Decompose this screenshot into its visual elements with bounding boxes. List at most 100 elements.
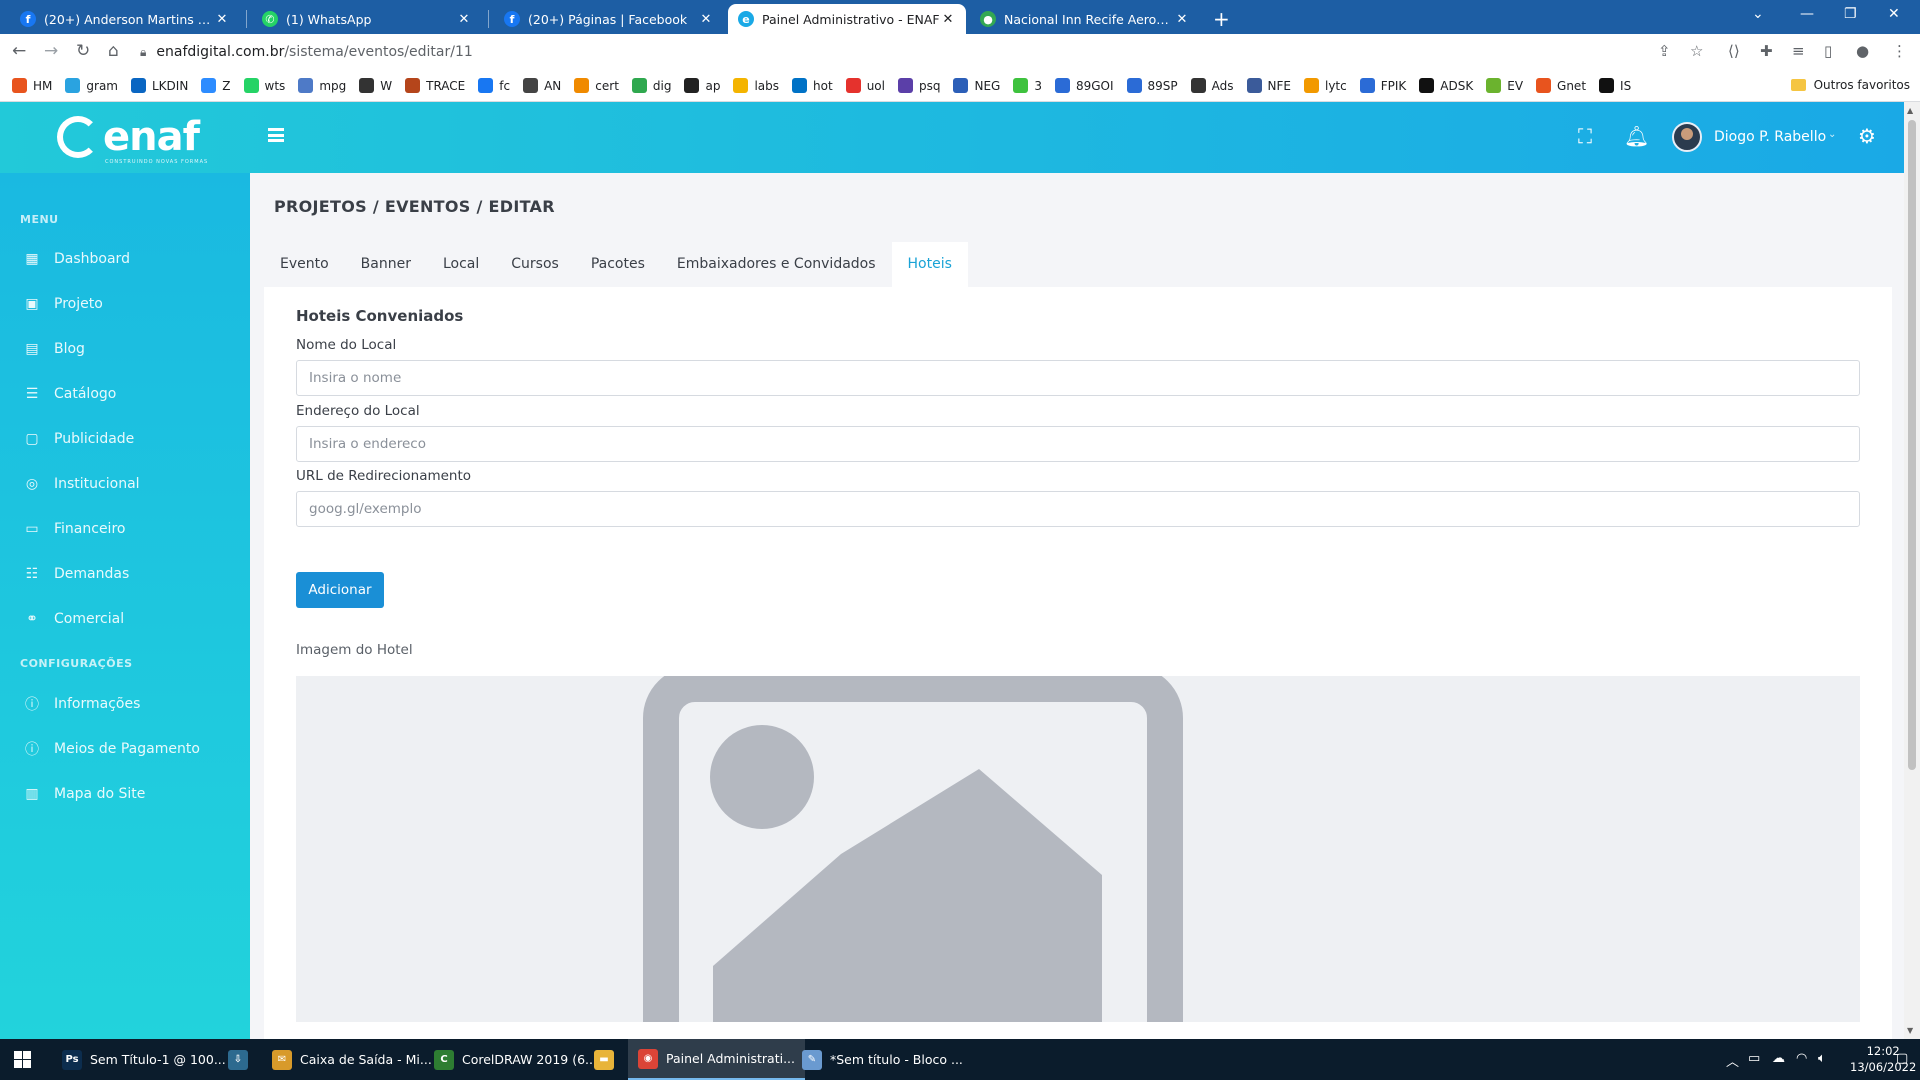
close-icon[interactable]: ✕	[214, 12, 230, 27]
taskbar-item[interactable]: ✉ Caixa de Saída - Mi...	[262, 1039, 442, 1080]
scroll-thumb[interactable]	[1908, 120, 1916, 770]
browser-tab-active[interactable]: e Painel Administrativo - ENAF ✕	[728, 4, 966, 34]
windows-start-icon[interactable]	[14, 1051, 31, 1068]
bookmark-item[interactable]: Z	[201, 78, 231, 93]
chevron-down-icon[interactable]: ⌄	[1828, 129, 1836, 140]
reading-list-icon[interactable]: ≡	[1792, 42, 1805, 60]
bookmark-item[interactable]: Gnet	[1536, 78, 1586, 93]
hamburger-menu-icon[interactable]	[268, 128, 284, 142]
scroll-up-icon[interactable]: ▲	[1907, 106, 1913, 115]
cloud-icon[interactable]: ☁	[1772, 1051, 1785, 1066]
hotel-image-placeholder[interactable]	[296, 676, 1860, 1022]
sidebar-item-institucional[interactable]: ◎ Institucional	[24, 476, 140, 492]
bookmark-star-icon[interactable]: ☆	[1690, 42, 1703, 60]
browser-tab[interactable]: ✆ (1) WhatsApp ✕	[252, 4, 482, 34]
close-window-icon[interactable]: ✕	[1888, 6, 1900, 22]
bookmark-item[interactable]: TRACE	[405, 78, 465, 93]
tab-banner[interactable]: Banner	[345, 242, 427, 287]
close-icon[interactable]: ✕	[940, 12, 956, 27]
bookmark-item[interactable]: cert	[574, 78, 619, 93]
add-button[interactable]: Adicionar	[296, 572, 384, 608]
bookmark-item[interactable]: 89SP	[1126, 78, 1178, 93]
avatar[interactable]	[1672, 122, 1702, 152]
tab-search-icon[interactable]: ⌄	[1752, 6, 1764, 22]
sidebar-item-publicidade[interactable]: ▢ Publicidade	[24, 431, 134, 447]
close-icon[interactable]: ✕	[698, 12, 714, 27]
reload-icon[interactable]: ↻	[76, 41, 90, 61]
tab-hoteis[interactable]: Hoteis	[891, 242, 968, 287]
bookmark-item[interactable]: EV	[1486, 78, 1523, 93]
taskbar-item[interactable]: ▬	[584, 1039, 624, 1080]
taskbar-item[interactable]: ✎ *Sem título - Bloco ...	[792, 1039, 973, 1080]
browser-tab[interactable]: f (20+) Páginas | Facebook ✕	[494, 4, 724, 34]
scroll-down-icon[interactable]: ▼	[1907, 1026, 1913, 1035]
tab-local[interactable]: Local	[427, 242, 495, 287]
tab-evento[interactable]: Evento	[264, 242, 345, 287]
page-scrollbar[interactable]: ▲ ▼	[1904, 102, 1920, 1039]
home-icon[interactable]: ⌂	[108, 41, 119, 61]
sidebar-item-projeto[interactable]: ▣ Projeto	[24, 296, 102, 312]
menu-kebab-icon[interactable]: ⋮	[1892, 42, 1907, 60]
bookmark-item[interactable]: psq	[897, 78, 940, 93]
bookmark-item[interactable]: mpg	[298, 78, 346, 93]
restore-icon[interactable]: ❐	[1844, 6, 1857, 22]
sidebar-item-demandas[interactable]: ☷ Demandas	[24, 566, 130, 582]
bookmark-item[interactable]: NFE	[1246, 78, 1291, 93]
enaf-logo[interactable]: enaf CONSTRUINDO NOVAS FORMAS	[57, 114, 207, 165]
hotel-name-input[interactable]	[296, 360, 1860, 396]
bookmark-item[interactable]: LKDIN	[130, 78, 188, 93]
taskbar-item[interactable]: C CorelDRAW 2019 (6...	[424, 1039, 607, 1080]
browser-tab[interactable]: f (20+) Anderson Martins Gestor | ✕	[10, 4, 240, 34]
other-bookmarks[interactable]: Outros favoritos	[1790, 78, 1910, 92]
user-name[interactable]: Diogo P. Rabello	[1714, 129, 1826, 145]
bookmark-item[interactable]: labs	[733, 78, 779, 93]
fullscreen-icon[interactable]: ⛶	[1578, 124, 1592, 148]
back-icon[interactable]: ←	[12, 41, 26, 61]
volume-icon[interactable]: 🔈︎	[1818, 1051, 1826, 1066]
minimize-icon[interactable]: —	[1800, 6, 1814, 22]
wifi-icon[interactable]: ◠	[1796, 1051, 1807, 1066]
extensions-icon[interactable]: ✚	[1760, 42, 1773, 60]
bookmark-item[interactable]: Ads	[1190, 78, 1234, 93]
bookmark-item[interactable]: gram	[65, 78, 118, 93]
taskbar-item[interactable]: ⇩	[218, 1039, 258, 1080]
sidebar-item-catalogo[interactable]: ☰ Catálogo	[24, 386, 117, 402]
tab-cursos[interactable]: Cursos	[495, 242, 575, 287]
bookmark-item[interactable]: NEG	[953, 78, 1000, 93]
bookmark-item[interactable]: ap	[684, 78, 720, 93]
bookmark-item[interactable]: 89GOI	[1054, 78, 1114, 93]
profile-avatar-icon[interactable]: ●	[1856, 42, 1869, 60]
notifications-icon[interactable]: ▢	[1896, 1051, 1908, 1066]
sidebar-item-comercial[interactable]: ⚭ Comercial	[24, 611, 124, 627]
bell-icon[interactable]: 🔔︎	[1624, 124, 1649, 148]
close-icon[interactable]: ✕	[1174, 12, 1190, 27]
redirect-url-input[interactable]	[296, 491, 1860, 527]
tab-pacotes[interactable]: Pacotes	[575, 242, 661, 287]
tray-chevron-up-icon[interactable]: ︿	[1726, 1051, 1739, 1070]
bookmark-item[interactable]: lytc	[1304, 78, 1347, 93]
bookmark-item[interactable]: hot	[792, 78, 833, 93]
new-tab-button[interactable]: +	[1213, 7, 1230, 31]
share-icon[interactable]: ⇪	[1658, 42, 1671, 60]
bookmark-item[interactable]: IS	[1599, 78, 1631, 93]
forward-icon[interactable]: →	[44, 41, 58, 61]
tab-embaixadores-e-convidados[interactable]: Embaixadores e Convidados	[661, 242, 892, 287]
sidebar-item-mapa-do-site[interactable]: ▥ Mapa do Site	[24, 786, 145, 802]
address-bar[interactable]: 🔒︎ enafdigital.com.br/sistema/eventos/ed…	[140, 38, 1700, 66]
bookmark-item[interactable]: HM	[12, 78, 52, 93]
bookmark-item[interactable]: uol	[845, 78, 885, 93]
battery-icon[interactable]: ▭	[1748, 1051, 1760, 1066]
bookmark-item[interactable]: W	[359, 78, 392, 93]
sidebar-item-informacoes[interactable]: ⓘ Informações	[24, 696, 140, 713]
sidebar-item-blog[interactable]: ▤ Blog	[24, 341, 85, 357]
gear-icon[interactable]: ⚙	[1858, 124, 1876, 148]
side-panel-icon[interactable]: ▯	[1824, 42, 1832, 60]
taskbar-item[interactable]: Ps Sem Título-1 @ 100...	[52, 1039, 236, 1080]
bookmark-item[interactable]: dig	[631, 78, 671, 93]
sidebar-item-dashboard[interactable]: ▦ Dashboard	[24, 251, 130, 267]
bookmark-item[interactable]: wts	[243, 78, 285, 93]
extension-dev-icon[interactable]: ⟨⟩	[1728, 42, 1740, 60]
taskbar-item[interactable]: ◉ Painel Administrati...	[628, 1039, 805, 1080]
bookmark-item[interactable]: ADSK	[1419, 78, 1473, 93]
close-icon[interactable]: ✕	[456, 12, 472, 27]
